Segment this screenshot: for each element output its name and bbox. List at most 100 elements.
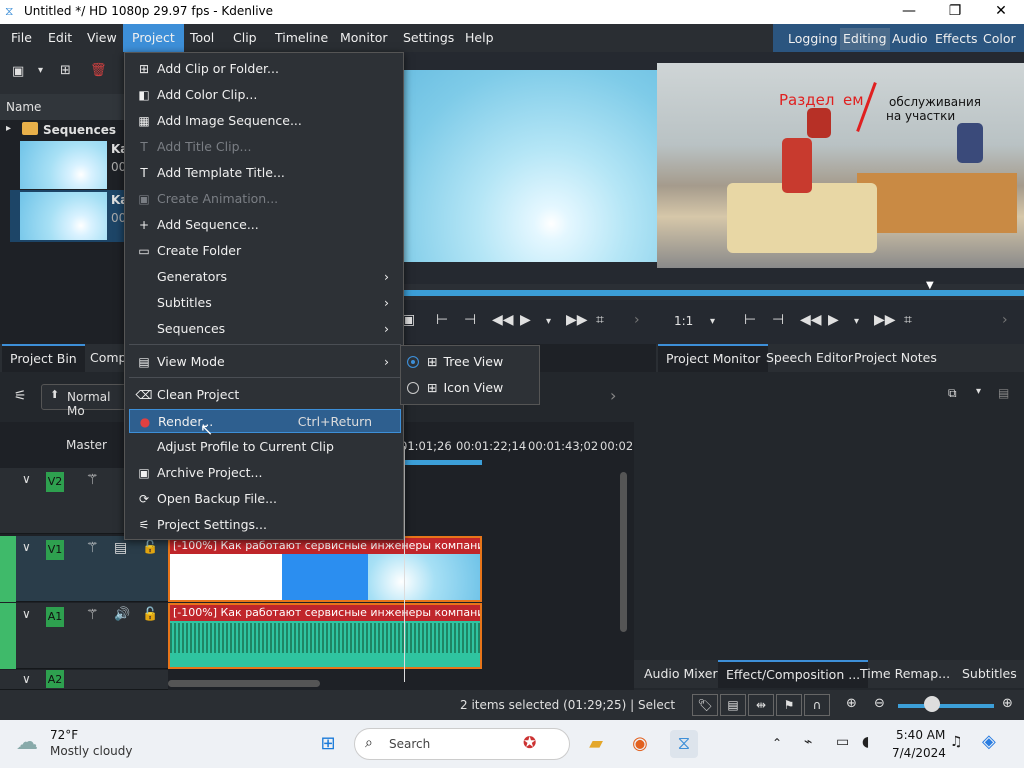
zoom-slider-handle[interactable] xyxy=(924,696,940,712)
collapse-icon[interactable]: ∨ xyxy=(22,540,31,554)
workspace-editing[interactable]: Editing xyxy=(840,28,890,50)
file-explorer-icon[interactable]: ▰ xyxy=(582,730,610,758)
tab-project-bin[interactable]: Project Bin xyxy=(2,344,85,372)
track-label-a1[interactable]: A1 xyxy=(46,607,64,627)
network-icon[interactable]: ⌁ xyxy=(804,734,812,750)
menu-item-add-image-sequence[interactable]: ▦ Add Image Sequence... xyxy=(129,109,401,133)
windows-start-icon[interactable]: ⊞ xyxy=(314,730,342,758)
display-icon[interactable]: ▭ xyxy=(836,734,849,750)
menu-item-add-template-title[interactable]: T Add Template Title... xyxy=(129,161,401,185)
zoom-out-icon[interactable]: ⊖ xyxy=(874,696,885,711)
tab-audio-mixer[interactable]: Audio Mixer xyxy=(636,660,726,688)
rewind-icon[interactable]: ◀◀ xyxy=(800,312,822,328)
sound-icon[interactable]: ◖ xyxy=(862,734,869,750)
expand-arrow-icon[interactable]: ▸ xyxy=(6,123,11,134)
master-label[interactable]: Master xyxy=(66,438,107,452)
menu-item-add-clip[interactable]: ⊞ Add Clip or Folder... xyxy=(129,57,401,81)
menu-item-archive-project[interactable]: ▣ Archive Project... xyxy=(129,461,401,485)
menu-item-add-color-clip[interactable]: ◧ Add Color Clip... xyxy=(129,83,401,107)
zone-bar[interactable] xyxy=(404,460,482,465)
submenu-item-tree-view[interactable]: ⊞ Tree View xyxy=(407,350,503,374)
set-zone-out-icon[interactable]: ⊣ xyxy=(464,312,476,328)
close-button[interactable]: ✕ xyxy=(978,0,1024,24)
speaker-icon[interactable]: 🔊 xyxy=(114,607,130,622)
menu-item-adjust-profile[interactable]: Adjust Profile to Current Clip xyxy=(129,435,401,459)
tag-icon[interactable]: 🏷 xyxy=(692,694,718,716)
save-icon[interactable]: ▤ xyxy=(720,694,746,716)
split-icon[interactable]: ⇹ xyxy=(748,694,774,716)
chevron-down-icon[interactable]: ▾ xyxy=(854,316,859,327)
horizontal-scrollbar[interactable] xyxy=(168,680,320,687)
menu-project[interactable]: Project xyxy=(123,24,184,52)
chevron-down-icon[interactable]: ▾ xyxy=(546,316,551,327)
open-folder-icon[interactable]: ⊞ xyxy=(60,63,71,78)
effects-wand-icon[interactable]: ⚚ xyxy=(86,540,99,556)
collapse-icon[interactable]: ∨ xyxy=(22,672,31,686)
firefox-icon[interactable]: ◉ xyxy=(626,730,654,758)
flag-icon[interactable]: ⚑ xyxy=(776,694,802,716)
crop-icon[interactable]: ⌗ xyxy=(904,312,912,328)
tab-project-notes[interactable]: Project Notes xyxy=(846,344,945,372)
timeline-mode-select[interactable]: ⬆ Normal Mo xyxy=(41,384,131,418)
menu-item-clean-project[interactable]: ⌫ Clean Project xyxy=(129,383,401,407)
workspace-audio[interactable]: Audio xyxy=(889,28,931,50)
project-monitor-preview[interactable]: Раздел ем обслуживания на участки xyxy=(657,63,1024,268)
menu-item-subtitles[interactable]: Subtitles › xyxy=(129,291,401,315)
track-label-v2[interactable]: V2 xyxy=(46,472,64,492)
tab-project-monitor[interactable]: Project Monitor xyxy=(658,344,769,372)
notification-bell-icon[interactable]: ♫ xyxy=(950,734,963,750)
sequence-thumbnail-1[interactable] xyxy=(20,141,107,189)
play-icon[interactable]: ▶ xyxy=(520,312,531,328)
set-zone-out-icon[interactable]: ⊣ xyxy=(772,312,784,328)
bin-column-name[interactable]: Name xyxy=(6,100,41,114)
tab-effect-composition[interactable]: Effect/Composition ... xyxy=(718,660,869,688)
menu-item-render[interactable]: ● Render... Ctrl+Return xyxy=(129,409,401,433)
chevron-down-icon[interactable]: ▾ xyxy=(710,316,715,327)
video-clip[interactable]: [-100%] Как работают сервисные инженеры … xyxy=(168,536,482,602)
chevron-right-icon[interactable]: › xyxy=(610,386,616,405)
menu-view[interactable]: View xyxy=(78,24,126,52)
timeline-ruler[interactable]: 01:01;26 00:01:22;14 00:01:43;02 00:02:0 xyxy=(400,436,644,466)
menu-edit[interactable]: Edit xyxy=(39,24,81,52)
save-icon[interactable]: ▤ xyxy=(114,540,127,556)
clip-monitor-preview[interactable] xyxy=(404,70,658,262)
track-label-v1[interactable]: V1 xyxy=(46,540,64,560)
delete-icon[interactable]: 🗑 xyxy=(90,63,107,78)
menu-settings[interactable]: Settings xyxy=(394,24,463,52)
forward-icon[interactable]: ▶▶ xyxy=(874,312,896,328)
sequence-thumbnail-2[interactable] xyxy=(20,192,107,240)
chevron-down-icon[interactable]: ▾ xyxy=(38,65,43,76)
save-icon[interactable]: ▤ xyxy=(998,386,1009,400)
set-zone-in-icon[interactable]: ⊢ xyxy=(744,312,756,328)
menu-file[interactable]: File xyxy=(2,24,41,52)
play-icon[interactable]: ▶ xyxy=(828,312,839,328)
menu-item-generators[interactable]: Generators › xyxy=(129,265,401,289)
tab-subtitles[interactable]: Subtitles xyxy=(954,660,1024,688)
weather-desc[interactable]: Mostly cloudy xyxy=(50,744,133,758)
workspace-logging[interactable]: Logging xyxy=(785,28,841,50)
weather-temp[interactable]: 72°F xyxy=(50,728,78,742)
set-zone-in-icon[interactable]: ⊢ xyxy=(436,312,448,328)
crop-icon[interactable]: ⌗ xyxy=(596,312,604,328)
maximize-button[interactable]: ❐ xyxy=(932,0,978,24)
weather-cloud-icon[interactable]: ☁ xyxy=(16,730,38,755)
menu-help[interactable]: Help xyxy=(456,24,503,52)
playhead-marker-icon[interactable]: ▼ xyxy=(926,280,934,291)
minimize-button[interactable]: — xyxy=(886,0,932,24)
chevron-down-icon[interactable]: ▾ xyxy=(976,386,981,397)
rewind-icon[interactable]: ◀◀ xyxy=(492,312,514,328)
collapse-icon[interactable]: ∨ xyxy=(22,472,31,486)
vertical-scrollbar[interactable] xyxy=(620,472,627,632)
menu-monitor[interactable]: Monitor xyxy=(331,24,397,52)
submenu-item-icon-view[interactable]: ⊞ Icon View xyxy=(407,376,503,400)
effects-wand-icon[interactable]: ⚚ xyxy=(86,607,99,623)
menu-item-add-sequence[interactable]: + Add Sequence... xyxy=(129,213,401,237)
effects-wand-icon[interactable]: ⚚ xyxy=(86,472,99,488)
kdenlive-taskbar-icon[interactable]: ⧖ xyxy=(670,730,698,758)
zoom-slider[interactable] xyxy=(898,704,994,708)
chevron-up-icon[interactable]: ⌃ xyxy=(772,736,782,750)
workspace-effects[interactable]: Effects xyxy=(932,28,981,50)
lock-icon[interactable]: 🔓 xyxy=(142,540,158,555)
zoom-level[interactable]: 1:1 xyxy=(674,314,693,328)
menu-item-open-backup[interactable]: ⟳ Open Backup File... xyxy=(129,487,401,511)
